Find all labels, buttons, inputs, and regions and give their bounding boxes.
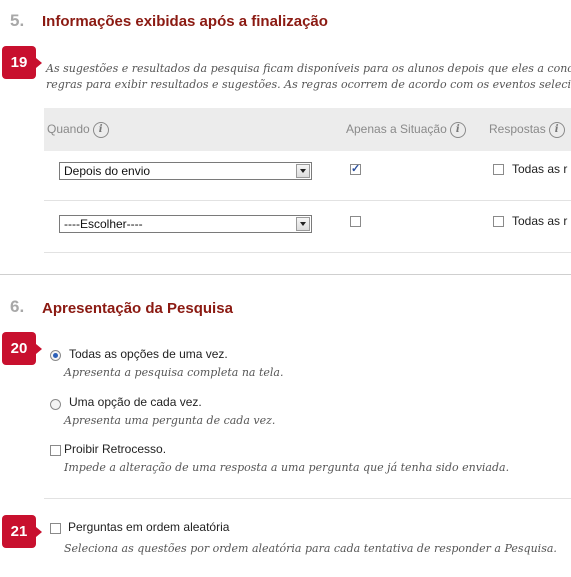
when-select-row-1-value: Depois do envio [64, 164, 151, 178]
status-only-checkbox-row-2[interactable] [350, 216, 361, 227]
column-header-answers-label: Respostas [489, 122, 546, 137]
answers-label-row-1: Todas as r [512, 162, 568, 176]
row-divider [44, 200, 571, 201]
section-5-description-line-1: As sugestões e resultados da pesquisa fi… [46, 62, 571, 75]
chevron-down-icon[interactable] [296, 217, 310, 231]
column-header-when-label: Quando [47, 122, 90, 137]
section-5-number: 5. [10, 11, 25, 30]
section-5-description-line-2: regras para exibir resultados e sugestõe… [46, 78, 571, 91]
column-header-answers: Respostas i [489, 122, 565, 138]
one-at-a-time-label[interactable]: Uma opção de cada vez. [69, 395, 202, 409]
when-select-row-2[interactable]: ----Escolher---- [59, 215, 312, 233]
callout-pointer [36, 58, 42, 68]
row-divider [44, 498, 571, 499]
info-icon[interactable]: i [449, 122, 466, 138]
chevron-down-icon[interactable] [296, 164, 310, 178]
one-at-a-time-description: Apresenta uma pergunta de cada vez. [64, 414, 276, 427]
when-select-row-1[interactable]: Depois do envio [59, 162, 312, 180]
callout-pointer [36, 527, 42, 537]
random-order-label[interactable]: Perguntas em ordem aleatória [68, 520, 229, 534]
answers-checkbox-row-2[interactable] [493, 216, 504, 227]
one-at-a-time-radio[interactable] [50, 399, 61, 410]
callout-badge-19-label: 19 [10, 54, 28, 71]
answers-label-row-2: Todas as r [512, 214, 568, 228]
column-header-status-only-label: Apenas a Situação [346, 122, 447, 137]
when-select-row-2-value: ----Escolher---- [64, 217, 143, 231]
all-at-once-label[interactable]: Todas as opções de uma vez. [69, 347, 228, 361]
callout-pointer [36, 344, 42, 354]
all-at-once-description: Apresenta a pesquisa completa na tela. [64, 366, 284, 379]
answers-checkbox-row-1[interactable] [493, 164, 504, 175]
callout-badge-21-label: 21 [10, 523, 28, 540]
prohibit-backtracking-checkbox[interactable] [50, 445, 61, 456]
callout-badge-20: 20 [2, 332, 42, 365]
callout-badge-21: 21 [2, 515, 42, 548]
callout-badge-19: 19 [2, 46, 42, 79]
prohibit-backtracking-description: Impede a alteração de uma resposta a uma… [64, 461, 510, 474]
info-icon[interactable]: i [548, 122, 565, 138]
column-header-status-only: Apenas a Situação i [346, 122, 466, 138]
all-at-once-radio[interactable] [50, 350, 61, 361]
info-icon[interactable]: i [92, 122, 109, 138]
callout-badge-20-label: 20 [10, 340, 28, 357]
row-divider [44, 252, 571, 253]
section-divider [0, 274, 571, 275]
section-6-number: 6. [10, 297, 25, 316]
column-header-when: Quando i [47, 122, 109, 138]
prohibit-backtracking-label[interactable]: Proibir Retrocesso. [64, 442, 166, 456]
section-6-title: Apresentação da Pesquisa [42, 300, 233, 317]
section-5-title: Informações exibidas após a finalização [42, 13, 328, 30]
random-order-description: Seleciona as questões por ordem aleatóri… [64, 542, 557, 555]
random-order-checkbox[interactable] [50, 523, 61, 534]
status-only-checkbox-row-1[interactable] [350, 162, 361, 175]
